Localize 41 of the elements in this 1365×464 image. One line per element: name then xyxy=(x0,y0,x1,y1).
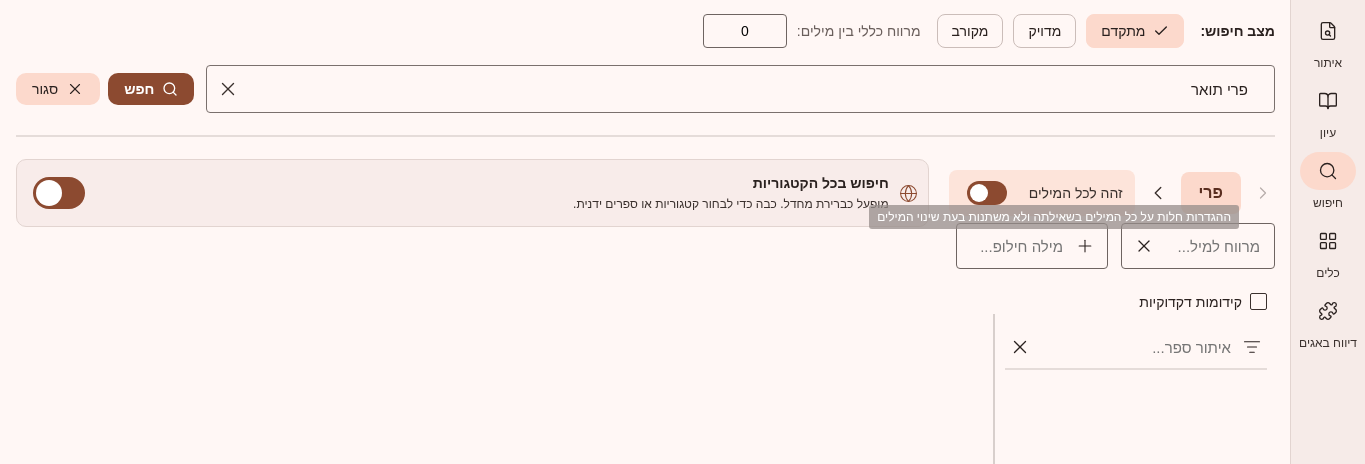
search-mode-label: מצב חיפוש: xyxy=(1200,23,1275,39)
sidebar-item[interactable]: עיון xyxy=(1300,82,1356,146)
mode-button[interactable]: מקורב xyxy=(936,14,1004,48)
word-distance-field[interactable]: מרווח למיל... xyxy=(1121,223,1275,269)
bug-icon xyxy=(1318,301,1338,321)
sidebar-item[interactable]: כלים xyxy=(1300,222,1356,286)
search-field[interactable]: פרי תואר xyxy=(249,79,1250,99)
nav-button[interactable] xyxy=(1300,152,1356,190)
sidebar-item[interactable]: חיפוש xyxy=(1300,152,1356,216)
card-title: חיפוש בכל הקטגוריות xyxy=(751,175,889,191)
mode-button[interactable]: מדויק xyxy=(1013,14,1077,48)
search-icon xyxy=(1318,161,1338,181)
checkbox-label: קידומות דקדוקיות xyxy=(1139,293,1242,310)
checkbox[interactable] xyxy=(1250,293,1267,310)
same-for-all-toggle[interactable] xyxy=(966,181,1007,205)
word-distance-input[interactable]: מרווח למיל... xyxy=(1164,236,1262,256)
alternative-word-input[interactable]: מילה חילופ... xyxy=(969,236,1065,256)
word-gap-field[interactable]: 0 xyxy=(702,14,787,48)
book-filter-field[interactable]: איתור ספר... xyxy=(1005,326,1267,370)
filter-icon xyxy=(1243,338,1261,356)
search-icon xyxy=(162,81,179,97)
read-icon xyxy=(1318,91,1338,111)
same-for-all-label: זהה לכל המילים xyxy=(1028,185,1123,201)
sidebar-label: דיווח באגים xyxy=(1299,336,1358,352)
all-categories-toggle[interactable] xyxy=(33,177,85,209)
book-filter-input[interactable]: איתור ספר... xyxy=(1041,337,1233,357)
sidebar-label: כלים xyxy=(1316,266,1340,282)
tools-icon xyxy=(1318,231,1338,251)
search-box[interactable]: פרי תואר xyxy=(206,65,1275,113)
mode-button[interactable]: מתקדם xyxy=(1086,14,1185,48)
sidebar-label: איתור xyxy=(1313,56,1343,72)
find-icon xyxy=(1318,21,1338,41)
search-button[interactable]: חפש xyxy=(108,73,195,105)
close-button[interactable]: סגור xyxy=(16,73,101,105)
sidebar-label: עיון xyxy=(1319,126,1337,142)
globe-icon xyxy=(898,183,918,203)
sidebar-item[interactable]: דיווח באגים xyxy=(1299,292,1358,356)
sidebar-item[interactable]: איתור xyxy=(1300,12,1356,76)
word-gap-label: מרווח כללי בין מילים: xyxy=(796,23,921,39)
tooltip: ההגדרות חלות על כל המילים בשאילתה ולא משתנות בעת שינוי המילים xyxy=(869,205,1239,229)
sidebar-label: חיפוש xyxy=(1313,196,1343,212)
